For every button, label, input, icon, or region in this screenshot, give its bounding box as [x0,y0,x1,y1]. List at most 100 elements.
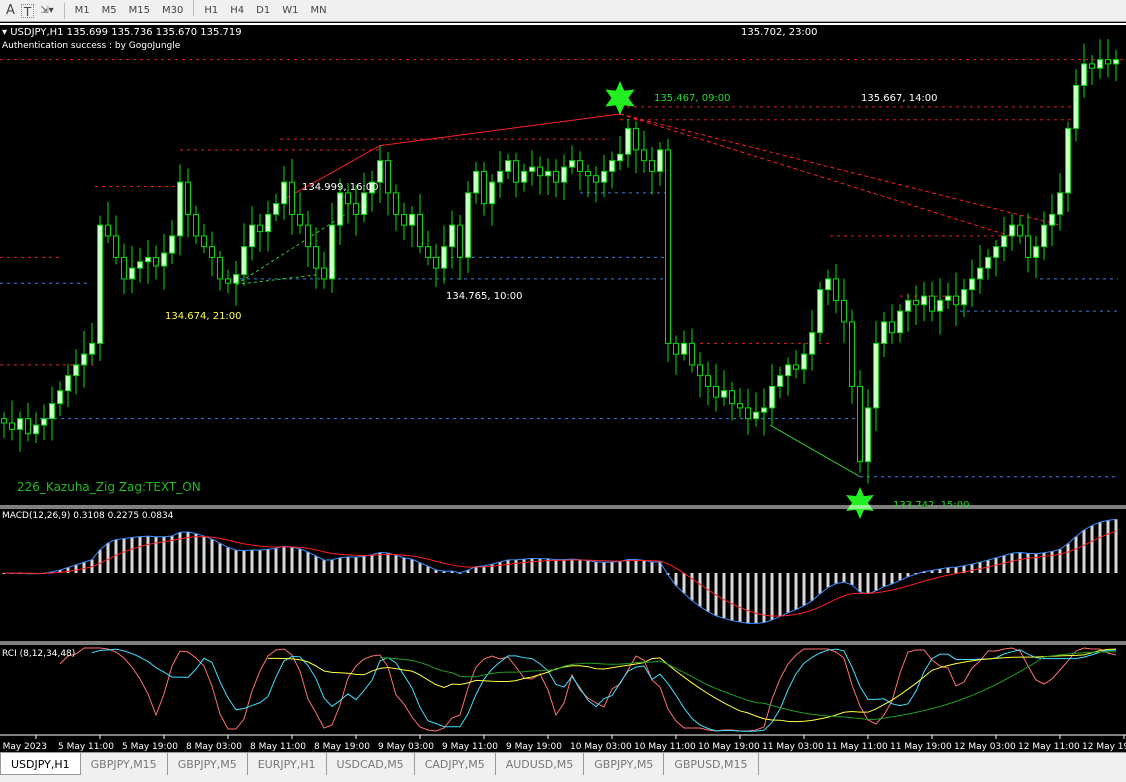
candle-body [609,160,615,172]
timeframe-m15[interactable]: M15 [123,0,156,22]
timeframe-h4[interactable]: H4 [224,0,250,22]
macd-histogram-bar [314,556,318,573]
macd-histogram-bar [858,573,862,593]
candle-body [577,160,583,172]
chart-canvas[interactable]: 5 May 2023 5 May 11:00 5 May 19:00 8 May 03… [0,25,1126,754]
chart-window[interactable]: 5 May 2023 5 May 11:00 5 May 19:00 8 May 03… [0,23,1126,752]
macd-histogram-bar [106,542,110,573]
candle-body [1065,127,1071,194]
candle-body [1081,63,1087,86]
arrows-icon[interactable]: ⇲▾ [34,0,59,22]
macd-histogram-bar [226,547,230,573]
macd-histogram-bar [298,548,302,573]
tab-gbpjpy-m5[interactable]: GBPJPY,M5 [168,753,248,775]
mid-low-label: 134.765, 10:00 [446,291,523,302]
macd-histogram-bar [946,567,950,573]
candle-body [873,342,879,409]
candle-body [361,192,367,215]
candle-body [113,235,119,258]
tab-usdcad-m5[interactable]: USDCAD,M5 [327,753,415,775]
macd-histogram-bar [610,561,614,573]
timeframe-mn[interactable]: MN [304,0,332,22]
macd-histogram-bar [1018,552,1022,573]
candle-body [97,224,103,344]
candle-body [785,364,791,377]
candle-body [233,274,239,284]
timeframe-m5[interactable]: M5 [96,0,123,22]
candle-body [241,246,247,276]
candle-body [305,224,311,248]
low-star-icon [846,487,874,519]
time-label: 5 May 2023 [0,742,47,752]
candle-body [809,332,815,355]
timeframe-w1[interactable]: W1 [276,0,304,22]
candle-body [1073,84,1079,129]
text-a-icon[interactable]: A [0,0,21,22]
candle-body [753,411,759,420]
candle-body [161,252,167,267]
tab-usdjpy-h1[interactable]: USDJPY,H1 [0,753,81,775]
time-label: 11 May 03:00 [762,742,824,752]
candle-body [401,213,407,226]
rci-label: RCI (8,12,34,48) [2,649,76,659]
candle-body [505,160,511,172]
candle-body [593,175,599,183]
macd-histogram-bar [354,557,358,573]
candle-body [657,149,663,172]
top-price-label: 135.702, 23:00 [741,27,818,38]
macd-histogram-bar [730,573,734,621]
macd-histogram-bar [882,573,886,587]
zigzag-line [619,113,1061,226]
mid-high-label: 134.999, 16:00 [302,182,379,193]
macd-histogram-bar [1050,551,1054,573]
candle-body [769,385,775,409]
time-label: 8 May 11:00 [250,742,306,752]
macd-histogram-bar [802,573,806,606]
candle-body [425,246,431,258]
macd-histogram-bar [266,549,270,573]
macd-histogram-bar [690,573,694,601]
candle-body [697,364,703,377]
timeframe-m30[interactable]: M30 [156,0,189,22]
chevron-down-icon: ▾ [48,4,54,16]
time-label: 10 May 03:00 [570,742,632,752]
macd-histogram-bar [618,561,622,573]
tab-gbpjpy-m15[interactable]: GBPJPY,M15 [81,753,168,775]
divider [63,2,65,19]
candle-body [937,299,943,312]
candle-body [209,246,215,258]
macd-histogram-bar [826,573,830,588]
candle-body [353,203,359,215]
candle-body [801,353,807,370]
candle-body [201,235,207,248]
timeframe-h1[interactable]: H1 [198,0,224,22]
tab-eurjpy-h1[interactable]: EURJPY,H1 [248,753,327,775]
macd-histogram-bar [586,560,590,573]
candle-body [377,160,383,183]
candle-body [913,299,919,306]
timeframe-m1[interactable]: M1 [69,0,96,22]
macd-histogram-bar [210,539,214,573]
left-low-label: 134.674, 21:00 [165,311,242,322]
candle-body [1,418,7,424]
candle-body [449,224,455,248]
macd-histogram-bar [138,536,142,573]
timeframe-d1[interactable]: D1 [250,0,276,22]
text-label-icon[interactable]: T [20,3,35,19]
macd-histogram-bar [746,573,750,624]
macd-histogram-bar [866,573,870,594]
candle-body [249,224,255,248]
macd-histogram-bar [738,573,742,623]
divider [193,0,195,16]
candle-body [961,289,967,306]
tab-gbpusd-m15[interactable]: GBPUSD,M15 [664,753,759,775]
candle-body [321,267,327,280]
tab-audusd-m5[interactable]: AUDUSD,M5 [496,753,585,775]
candle-body [497,170,503,183]
candle-body [857,385,863,463]
macd-histogram-bar [506,559,510,573]
candle-body [33,424,39,435]
tab-gbpjpy-m5[interactable]: GBPJPY,M5 [584,753,665,775]
candle-body [441,246,447,269]
tab-cadjpy-m5[interactable]: CADJPY,M5 [415,753,496,775]
